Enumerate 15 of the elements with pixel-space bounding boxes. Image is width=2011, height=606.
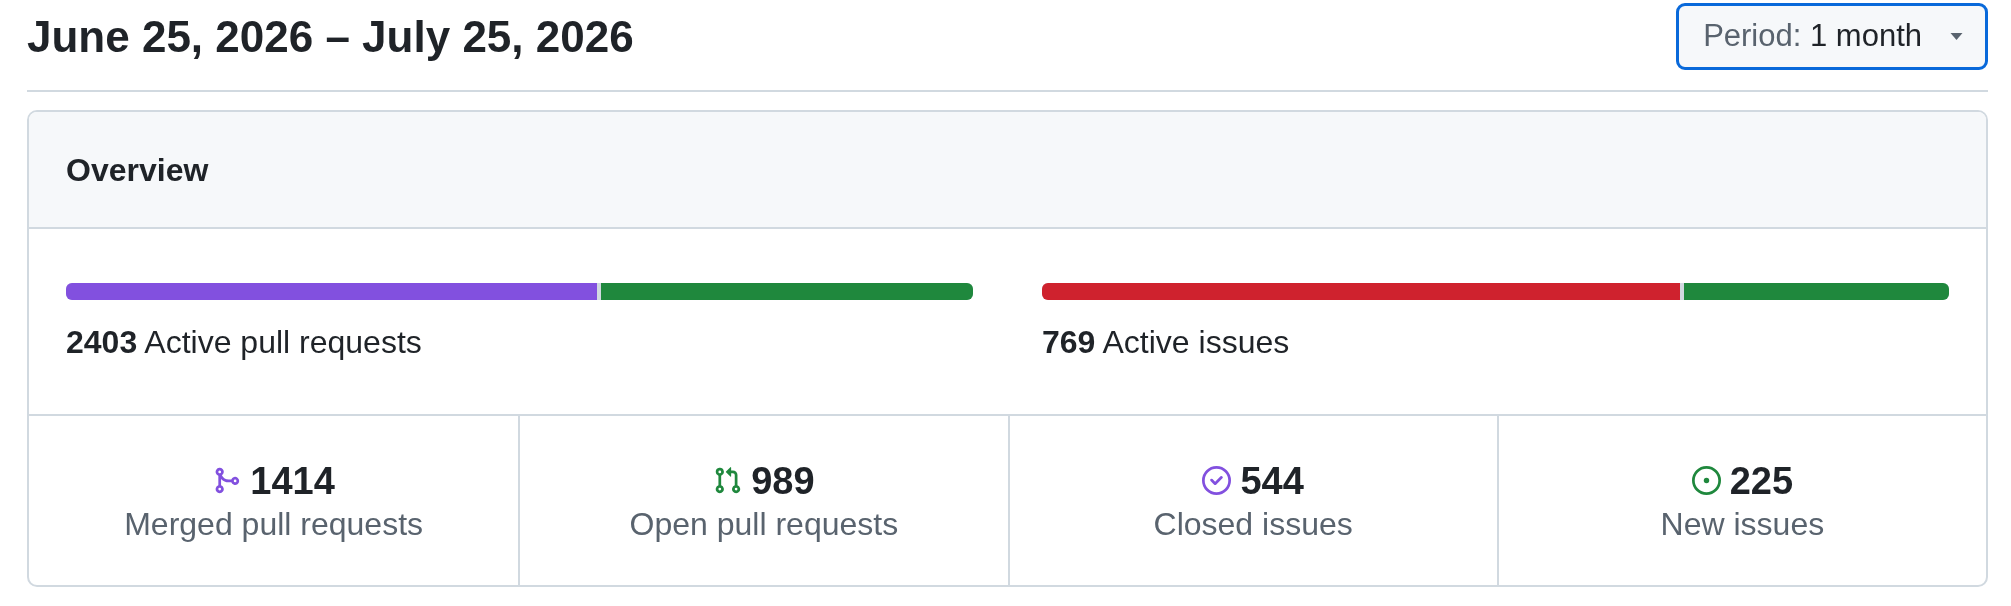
stat-label: New issues (1660, 504, 1825, 544)
stat-label: Merged pull requests (124, 504, 424, 544)
date-range-title: June 25, 2026 – July 25, 2026 (27, 10, 634, 63)
card-title: Overview (66, 150, 209, 190)
stat-count: 1414 (250, 458, 335, 504)
stat-count: 544 (1240, 458, 1304, 504)
period-dropdown[interactable]: Period: 1 month (1676, 3, 1988, 70)
stat-label: Open pull requests (629, 504, 899, 544)
stat-count: 225 (1729, 458, 1794, 504)
summary-text: 769 Active issues (1042, 323, 1291, 362)
pull-request-icon (713, 466, 743, 495)
summary-text: 2403 Active pull requests (66, 323, 423, 362)
stat-label: Closed issues (1153, 504, 1353, 544)
stat-count: 989 (751, 458, 815, 504)
caret-icon (1950, 33, 1963, 40)
